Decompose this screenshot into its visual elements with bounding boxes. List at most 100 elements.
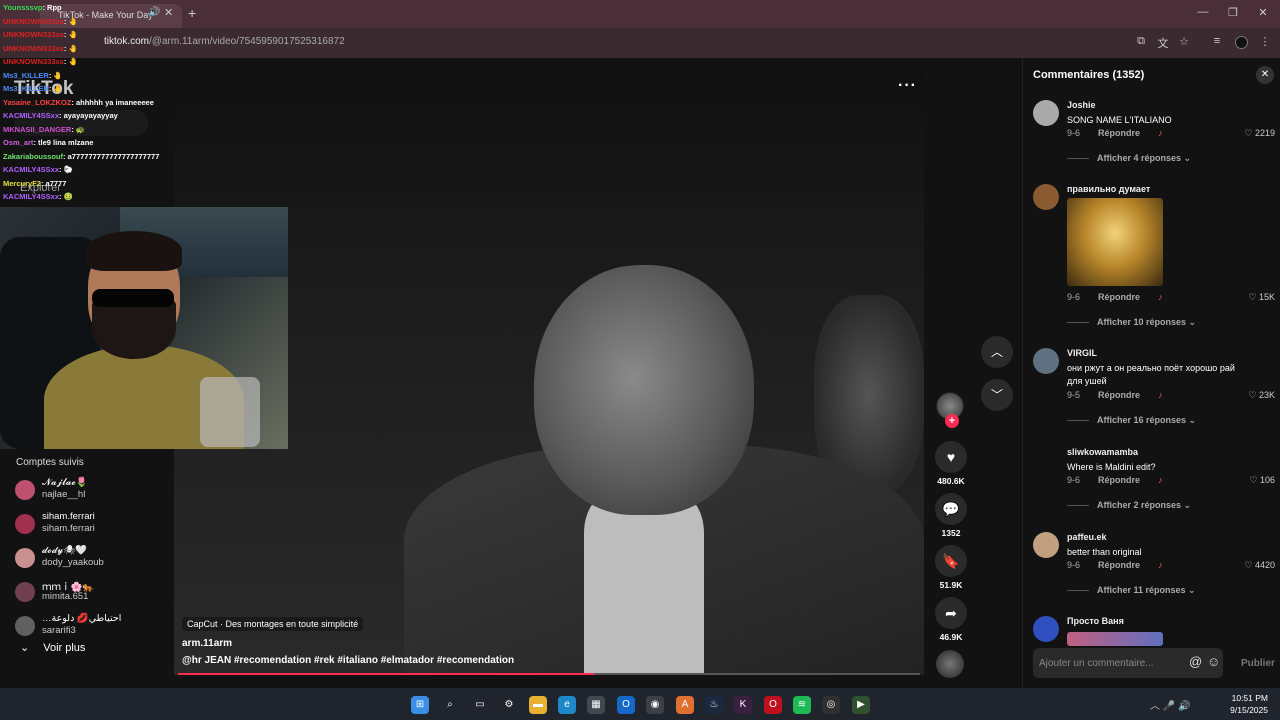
obs-icon[interactable]: ◎ — [822, 696, 840, 714]
browser-menu-icon[interactable]: ⋮ — [1258, 35, 1272, 49]
kick-icon[interactable]: K — [734, 696, 752, 714]
video-author[interactable]: arm.11arm — [182, 638, 232, 649]
previous-video-chevron-up-icon[interactable]: ︿ — [981, 336, 1013, 368]
file-explorer-icon[interactable]: ▬ — [529, 696, 547, 714]
close-icon[interactable]: ✕ — [1256, 66, 1274, 84]
avatar[interactable] — [15, 616, 35, 636]
avatar[interactable] — [1033, 348, 1059, 374]
tab-close-icon[interactable]: ✕ — [164, 6, 176, 19]
comment-like-button[interactable]: ♡ 106 — [1249, 475, 1275, 486]
windows-start-icon[interactable]: ⊞ — [411, 696, 429, 714]
task-view-icon[interactable]: ▭ — [471, 696, 489, 714]
settings-gear-icon[interactable]: ⚙ — [500, 696, 518, 714]
comment-username[interactable]: Joshie — [1067, 100, 1096, 110]
avatar[interactable] — [15, 548, 35, 568]
publish-button[interactable]: Publier — [1241, 658, 1275, 669]
next-video-chevron-down-icon[interactable]: ﹀ — [981, 379, 1013, 411]
followed-account-item[interactable]: 𝓝𝓪𝓳𝓵𝓪𝓮🌷 najlae__hl — [15, 475, 165, 505]
clock-time[interactable]: 10:51 PM — [1228, 693, 1268, 703]
chat-message: KACMILY4SSxx: 🤢 — [3, 192, 73, 202]
search-icon[interactable]: ⌕ — [441, 696, 459, 714]
like-action[interactable]: ♥ 480.6K — [935, 441, 967, 486]
comment-image[interactable] — [1067, 632, 1163, 646]
avatar[interactable] — [1033, 616, 1059, 642]
comment-like-button[interactable]: ♡ 23K — [1248, 390, 1275, 401]
comment-icon[interactable]: 💬 — [935, 493, 967, 525]
comment-input-box[interactable]: @ ☺ — [1033, 648, 1223, 678]
reply-button[interactable]: Répondre — [1098, 475, 1140, 485]
show-replies-link[interactable]: Afficher 2 réponses ⌄ — [1067, 500, 1191, 511]
mention-icon[interactable]: @ — [1189, 654, 1202, 669]
chat-username: UNKNOWN333xs — [3, 16, 64, 26]
comment-like-button[interactable]: ♡ 4420 — [1244, 560, 1275, 571]
window-close-icon[interactable]: ✕ — [1248, 6, 1278, 22]
reply-button[interactable]: Répondre — [1098, 292, 1140, 302]
video-progress-bar[interactable] — [178, 673, 920, 675]
tab-audio-icon[interactable]: 🔊 — [148, 7, 160, 19]
avatar[interactable] — [1033, 532, 1059, 558]
clock-date[interactable]: 9/15/2025 — [1224, 705, 1268, 715]
show-replies-link[interactable]: Afficher 10 réponses ⌄ — [1067, 317, 1196, 328]
app-icon[interactable]: A — [676, 696, 694, 714]
reply-button[interactable]: Répondre — [1098, 128, 1140, 138]
comment-username[interactable]: paffeu.ek — [1067, 532, 1107, 542]
comment-username[interactable]: правильно думает — [1067, 184, 1150, 194]
media-controls-icon[interactable]: ≡ — [1210, 35, 1224, 49]
outlook-icon[interactable]: O — [617, 696, 635, 714]
chrome-icon[interactable]: ◉ — [646, 696, 664, 714]
share-icon[interactable]: ➦ — [935, 597, 967, 629]
url-text[interactable]: tiktok.com/@arm.11arm/video/754595901752… — [104, 36, 345, 47]
comment-image[interactable] — [1067, 198, 1163, 286]
share-action[interactable]: ➦ 46.9K — [935, 597, 967, 642]
avatar[interactable] — [1033, 184, 1059, 210]
followed-account-item[interactable]: siham.ferrari siham.ferrari — [15, 509, 165, 539]
followed-account-item[interactable]: 𝓭𝓸𝓭𝔂🕷🤍 dody_yaakoub — [15, 543, 165, 573]
minimize-icon[interactable]: — — [1188, 6, 1218, 22]
heart-icon[interactable]: ♥ — [935, 441, 967, 473]
reply-button[interactable]: Répondre — [1098, 560, 1140, 570]
opera-icon[interactable]: O — [764, 696, 782, 714]
reply-button[interactable]: Répondre — [1098, 390, 1140, 400]
comment-like-button[interactable]: ♡ 15K — [1248, 292, 1275, 303]
followed-account-item[interactable]: …احتياطي💋 دلوعة sararifi3 — [15, 611, 165, 641]
comment-username[interactable]: sliwkowamamba — [1067, 447, 1138, 457]
save-action[interactable]: 🔖 51.9K — [935, 545, 967, 590]
video-caption[interactable]: @hr JEAN #recomendation #rek #italiano #… — [182, 655, 514, 666]
comment-input[interactable] — [1039, 654, 1179, 672]
music-disc-avatar[interactable] — [936, 650, 964, 678]
spotify-icon[interactable]: ≋ — [793, 696, 811, 714]
account-display-name: 𝓭𝓸𝓭𝔂🕷🤍 — [42, 545, 88, 556]
store-icon[interactable]: ▦ — [587, 696, 605, 714]
bookmark-icon[interactable]: 🔖 — [935, 545, 967, 577]
cast-icon[interactable]: ⧉ — [1134, 35, 1148, 49]
avatar[interactable] — [15, 514, 35, 534]
new-tab-icon[interactable]: + — [188, 5, 196, 21]
restore-icon[interactable]: ❐ — [1218, 6, 1248, 22]
comment-like-button[interactable]: ♡ 2219 — [1244, 128, 1275, 139]
followed-account-item[interactable]: ｍｍｉ🌸🐅 mimita.651 — [15, 577, 165, 607]
account-handle: najlae__hl — [42, 489, 86, 500]
system-tray-icons[interactable]: ︿ 🎤 🔊 — [1150, 697, 1190, 712]
comment-username[interactable]: VIRGIL — [1067, 348, 1097, 358]
avatar[interactable] — [1033, 100, 1059, 126]
show-replies-link[interactable]: Afficher 4 réponses ⌄ — [1067, 153, 1191, 164]
show-replies-link[interactable]: Afficher 16 réponses ⌄ — [1067, 415, 1196, 426]
emoji-icon[interactable]: ☺ — [1207, 654, 1220, 669]
kick-stream-icon[interactable]: ▶ — [852, 696, 870, 714]
steam-icon[interactable]: ♨ — [705, 696, 723, 714]
more-options-icon[interactable]: ··· — [898, 77, 917, 95]
translate-icon[interactable]: 文 — [1156, 35, 1170, 50]
bookmark-star-icon[interactable]: ☆ — [1177, 35, 1191, 49]
show-replies-link[interactable]: Afficher 11 réponses ⌄ — [1067, 585, 1196, 596]
comment-username[interactable]: Просто Ваня — [1067, 616, 1124, 626]
comment-action[interactable]: 💬 1352 — [935, 493, 967, 538]
avatar[interactable] — [1033, 447, 1059, 473]
comment-text: они ржут а он реально поёт хорошо рай дл… — [1067, 363, 1235, 386]
capcut-badge[interactable]: CapCut · Des montages en toute simplicit… — [182, 617, 364, 631]
profile-avatar[interactable] — [1235, 36, 1248, 49]
follow-plus-icon[interactable]: + — [945, 414, 959, 428]
see-more-link[interactable]: ⌄ Voir plus — [20, 641, 85, 654]
avatar[interactable] — [15, 582, 35, 602]
avatar[interactable] — [15, 480, 35, 500]
edge-browser-icon[interactable]: e — [558, 696, 576, 714]
